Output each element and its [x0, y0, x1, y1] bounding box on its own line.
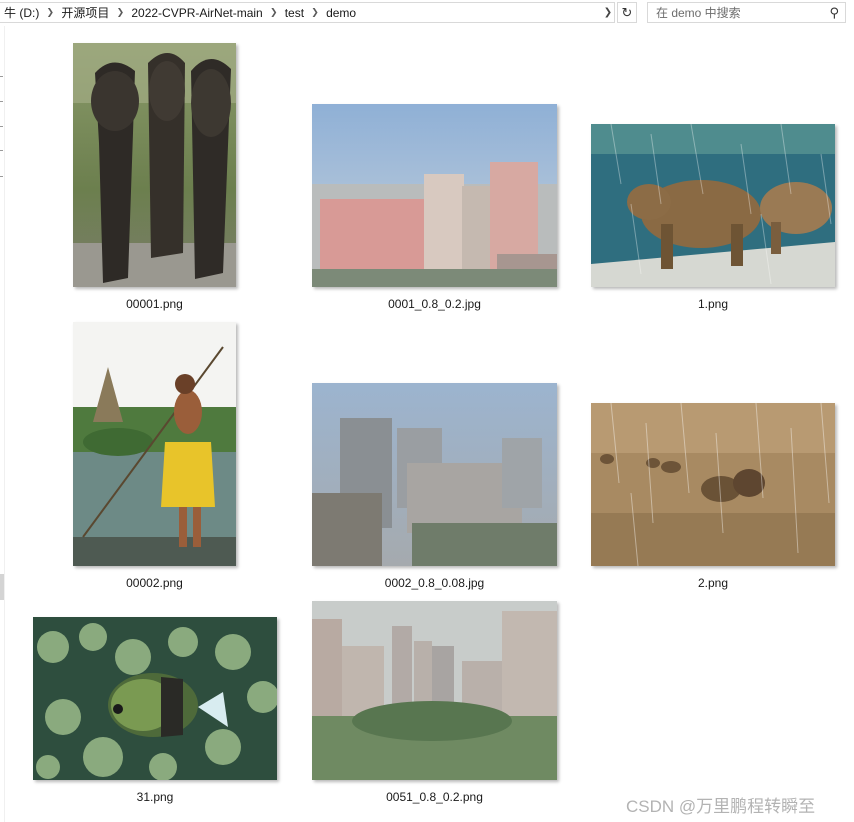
- watermark: CSDN @万里鹏程转瞬至: [626, 797, 816, 816]
- file-thumbnail[interactable]: [33, 617, 277, 780]
- file-thumbnail[interactable]: [312, 104, 557, 287]
- file-name[interactable]: 2.png: [591, 576, 835, 590]
- thumbnail-image: [312, 383, 557, 566]
- file-thumbnail[interactable]: [73, 43, 236, 287]
- thumbnail-image: [33, 617, 277, 780]
- chevron-right-icon[interactable]: ❯: [43, 7, 57, 18]
- thumbnail-image: [73, 43, 236, 287]
- nav-tick: [0, 76, 3, 77]
- chevron-down-icon[interactable]: ❯: [600, 3, 616, 22]
- breadcrumb-drive[interactable]: 牛 (D:): [0, 4, 43, 21]
- nav-tick: [0, 101, 3, 102]
- file-name[interactable]: 1.png: [591, 297, 835, 311]
- file-thumbnail[interactable]: [73, 322, 236, 566]
- search-input[interactable]: 在 demo 中搜索 ⚲: [647, 2, 846, 23]
- breadcrumb-folder[interactable]: 开源项目: [57, 4, 113, 21]
- file-name[interactable]: 0001_0.8_0.2.jpg: [312, 297, 557, 311]
- nav-tick: [0, 176, 3, 177]
- refresh-button[interactable]: ↻: [617, 2, 637, 23]
- nav-tick: [0, 150, 3, 151]
- file-name[interactable]: 00001.png: [73, 297, 236, 311]
- file-name[interactable]: 31.png: [33, 790, 277, 804]
- nav-scrollbar[interactable]: [0, 574, 4, 600]
- refresh-icon: ↻: [621, 4, 633, 20]
- file-name[interactable]: 0051_0.8_0.2.png: [312, 790, 557, 804]
- file-thumbnail[interactable]: [591, 124, 835, 287]
- search-icon[interactable]: ⚲: [829, 5, 839, 21]
- nav-tick: [0, 126, 3, 127]
- chevron-right-icon[interactable]: ❯: [308, 7, 322, 18]
- search-placeholder: 在 demo 中搜索: [656, 6, 741, 20]
- breadcrumb-folder[interactable]: 2022-CVPR-AirNet-main: [127, 6, 266, 20]
- breadcrumb-folder[interactable]: test: [281, 6, 308, 20]
- chevron-right-icon[interactable]: ❯: [267, 7, 281, 18]
- thumbnail-image: [312, 104, 557, 287]
- file-thumbnail[interactable]: [591, 403, 835, 566]
- file-name[interactable]: 0002_0.8_0.08.jpg: [312, 576, 557, 590]
- chevron-right-icon[interactable]: ❯: [113, 7, 127, 18]
- file-thumbnail[interactable]: [312, 383, 557, 566]
- navigation-pane: [0, 26, 5, 822]
- file-name[interactable]: 00002.png: [73, 576, 236, 590]
- address-bar[interactable]: 牛 (D:) ❯ 开源项目 ❯ 2022-CVPR-AirNet-main ❯ …: [0, 2, 615, 23]
- toolbar: 牛 (D:) ❯ 开源项目 ❯ 2022-CVPR-AirNet-main ❯ …: [0, 0, 854, 26]
- thumbnail-image: [312, 601, 557, 780]
- thumbnail-image: [73, 322, 236, 566]
- thumbnail-image: [591, 124, 835, 287]
- thumbnail-image: [591, 403, 835, 566]
- file-thumbnail[interactable]: [312, 601, 557, 780]
- breadcrumb-current[interactable]: demo: [322, 6, 360, 20]
